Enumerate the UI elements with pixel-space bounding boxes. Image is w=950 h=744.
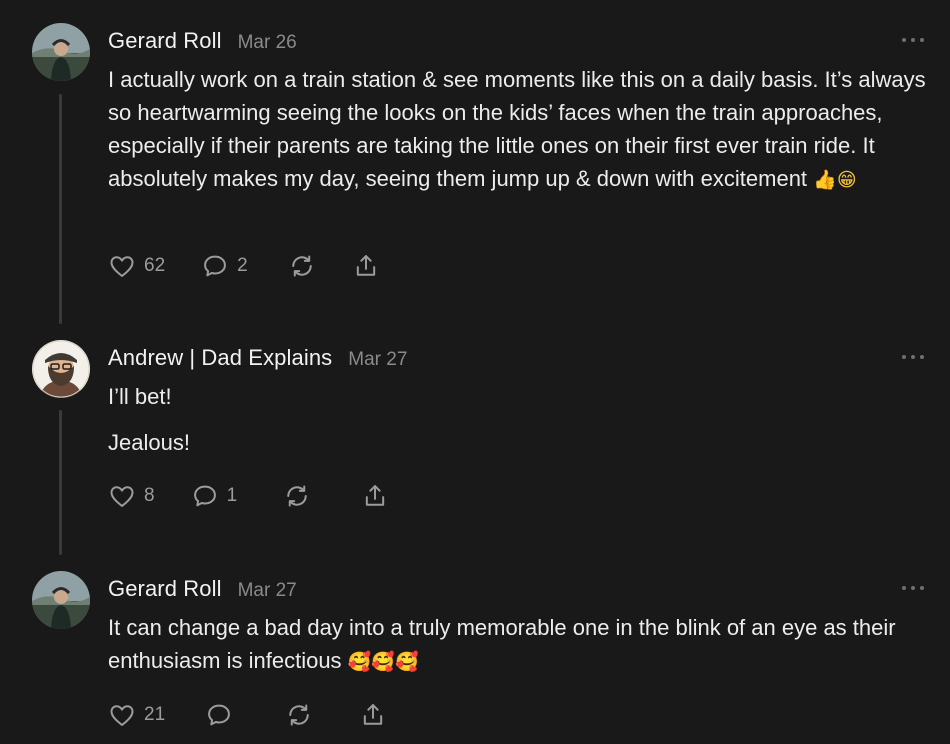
restack-button[interactable] — [285, 701, 313, 729]
share-button[interactable] — [359, 701, 387, 729]
comment-bubble-icon — [208, 704, 231, 726]
heart-icon — [110, 705, 134, 726]
avatar[interactable] — [32, 571, 90, 629]
more-options-icon[interactable] — [902, 584, 924, 592]
avatar-gerard-roll — [32, 571, 90, 629]
comment-paragraph: It can change a bad day into a truly mem… — [108, 615, 896, 673]
post-date[interactable]: Mar 27 — [238, 580, 297, 602]
like-count: 21 — [144, 704, 166, 725]
like-button[interactable]: 21 — [108, 701, 165, 729]
comment-button[interactable] — [205, 701, 241, 729]
comment-item: Gerard Roll Mar 27 It can change a bad d… — [0, 0, 950, 744]
restack-icon — [289, 704, 309, 726]
author-name[interactable]: Gerard Roll — [108, 576, 222, 602]
comment-body: It can change a bad day into a truly mem… — [108, 611, 928, 679]
smiling-hearts-emoji: 🥰🥰🥰 — [347, 651, 419, 673]
share-icon — [363, 704, 383, 725]
comment-actions: 21 — [108, 700, 387, 730]
